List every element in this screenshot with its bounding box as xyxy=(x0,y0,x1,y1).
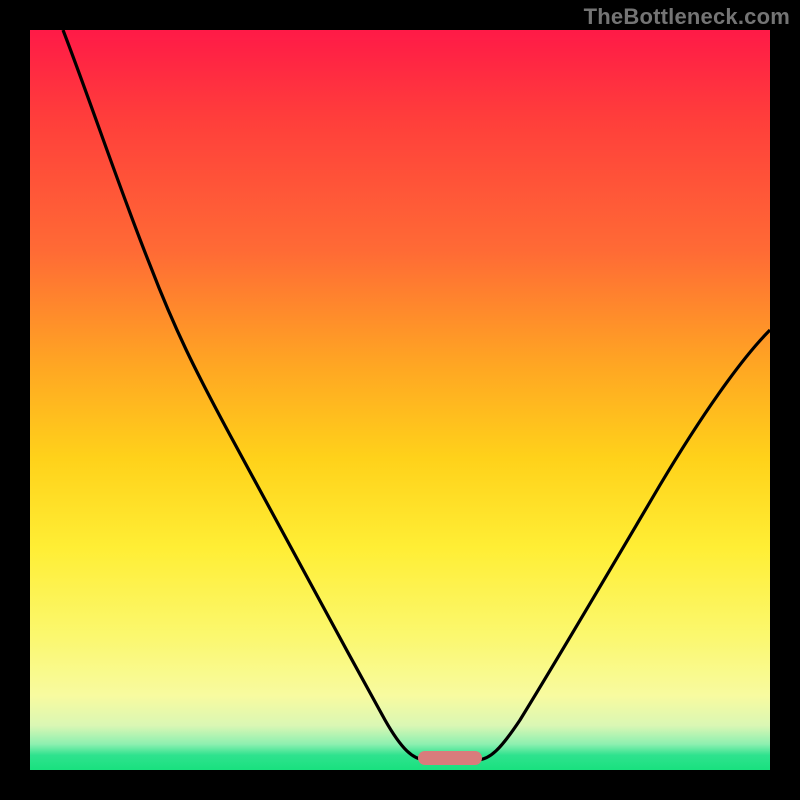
curve-right-branch xyxy=(478,330,770,760)
outer-frame: TheBottleneck.com xyxy=(0,0,800,800)
watermark-text: TheBottleneck.com xyxy=(584,4,790,30)
plot-area xyxy=(30,30,770,770)
minimum-marker xyxy=(418,751,482,765)
bottleneck-curve xyxy=(30,30,770,770)
curve-left-branch xyxy=(63,30,425,760)
